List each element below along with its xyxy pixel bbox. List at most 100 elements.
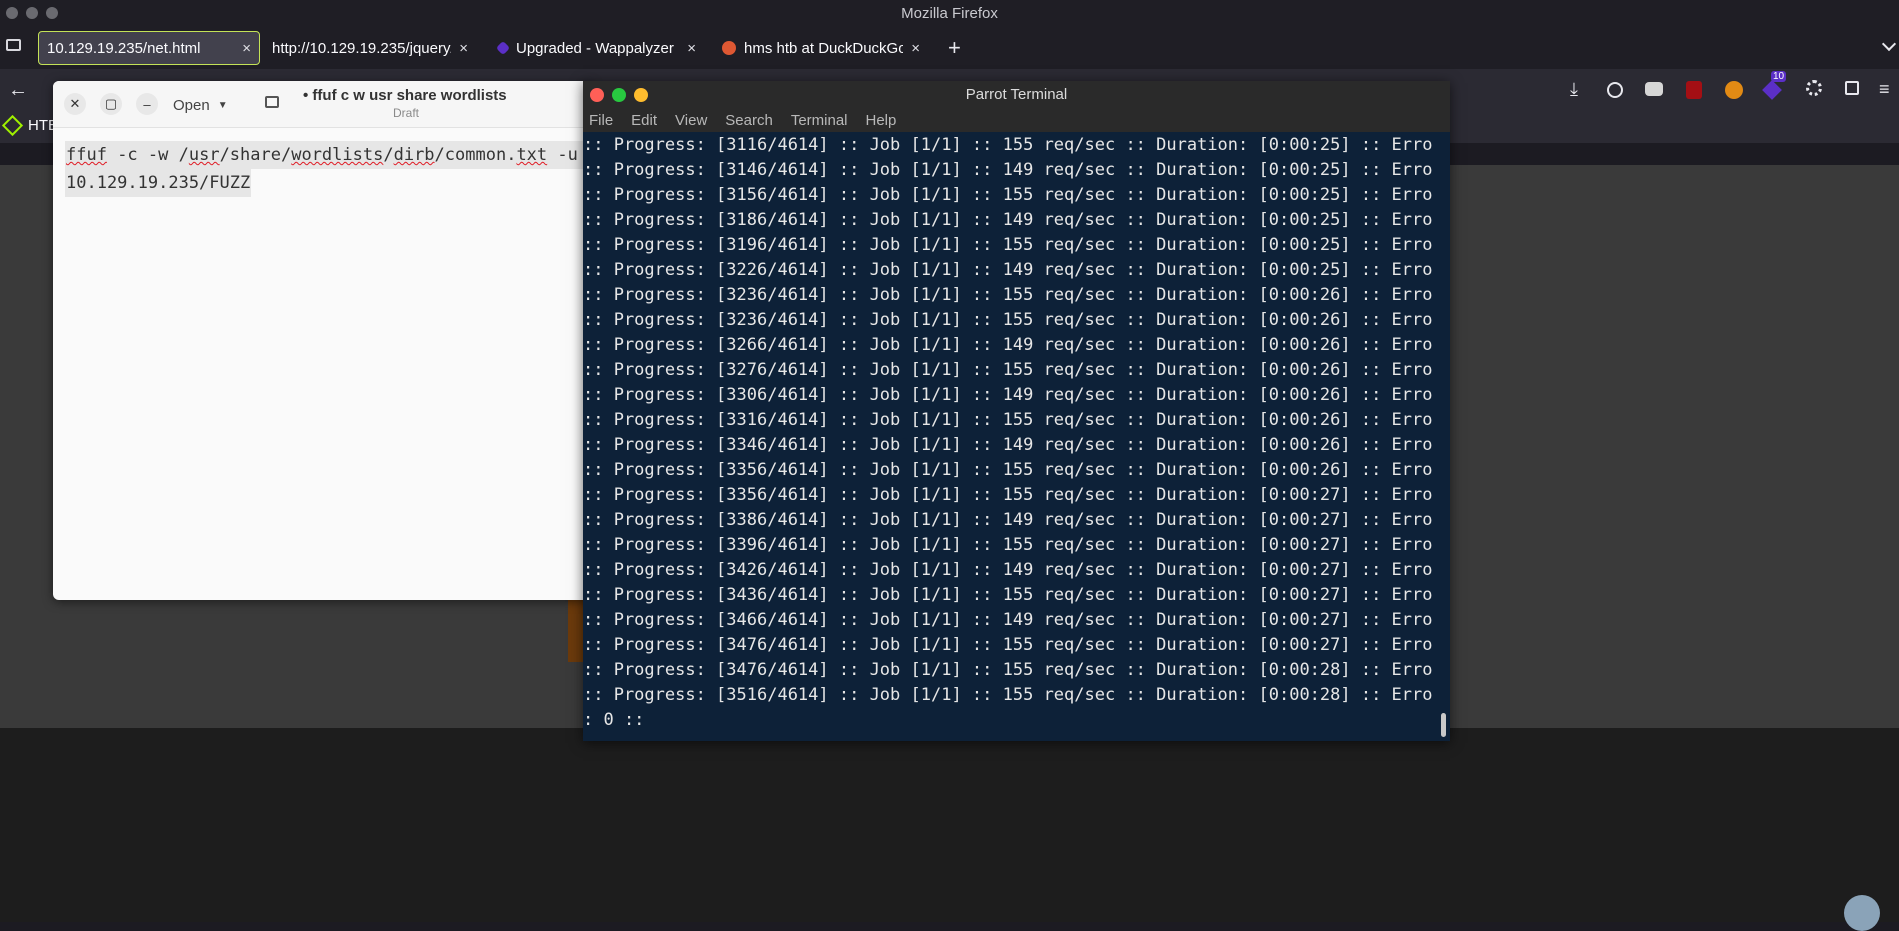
- download-icon[interactable]: ⤓: [1570, 79, 1578, 100]
- terminal-line: :: Progress: [3266/4614] :: Job [1/1] ::…: [583, 335, 1433, 355]
- terminal-output[interactable]: :: Progress: [3116/4614] :: Job [1/1] ::…: [583, 133, 1433, 733]
- text-editor-window: ✕ ▢ – Open ▼ • ffuf c w usr share wordli…: [53, 81, 593, 600]
- menu-terminal[interactable]: Terminal: [791, 112, 848, 129]
- text-segment: usr: [188, 145, 220, 165]
- tab-overview-icon[interactable]: [6, 39, 21, 51]
- terminal-line: :: Progress: [3476/4614] :: Job [1/1] ::…: [583, 635, 1433, 655]
- firefox-titlebar: Mozilla Firefox: [0, 0, 1899, 27]
- document-subtitle: Draft: [393, 106, 420, 120]
- terminal-line: :: Progress: [3476/4614] :: Job [1/1] ::…: [583, 660, 1433, 680]
- terminal-line: :: Progress: [3156/4614] :: Job [1/1] ::…: [583, 185, 1433, 205]
- tab-close-icon[interactable]: ×: [911, 40, 920, 57]
- terminal-maximize-icon[interactable]: [612, 88, 626, 102]
- terminal-line: :: Progress: [3146/4614] :: Job [1/1] ::…: [583, 160, 1433, 180]
- terminal-line: :: Progress: [3436/4614] :: Job [1/1] ::…: [583, 585, 1433, 605]
- terminal-line: :: Progress: [3386/4614] :: Job [1/1] ::…: [583, 510, 1433, 530]
- window-close-control[interactable]: [6, 7, 18, 19]
- back-arrow-icon[interactable]: ←: [8, 79, 28, 102]
- menu-view[interactable]: View: [675, 112, 707, 129]
- tab-jquery[interactable]: http://10.129.19.235/jquery/fi ×: [264, 31, 476, 65]
- terminal-minimize-icon[interactable]: [634, 88, 648, 102]
- terminal-line: :: Progress: [3236/4614] :: Job [1/1] ::…: [583, 310, 1433, 330]
- text-segment: -c -w /: [106, 145, 189, 165]
- terminal-close-icon[interactable]: [590, 88, 604, 102]
- editor-line-1: ffuf -c -w /usr/share/wordlists/dirb/com…: [65, 141, 593, 169]
- terminal-line: :: Progress: [3316/4614] :: Job [1/1] ::…: [583, 410, 1433, 430]
- terminal-titlebar: Parrot Terminal: [583, 81, 1450, 108]
- wappalyzer-icon: [495, 40, 511, 56]
- page-footer-area: [0, 728, 1899, 922]
- terminal-line: :: Progress: [3466/4614] :: Job [1/1] ::…: [583, 610, 1433, 630]
- terminal-line: :: Progress: [3276/4614] :: Job [1/1] ::…: [583, 360, 1433, 380]
- htb-cube-icon: [1, 114, 24, 137]
- editor-text-area[interactable]: ffuf -c -w /usr/share/wordlists/dirb/com…: [65, 141, 593, 197]
- menu-edit[interactable]: Edit: [631, 112, 657, 129]
- menu-help[interactable]: Help: [866, 112, 897, 129]
- account-icon[interactable]: [1607, 82, 1623, 98]
- wappalyzer-toolbar-icon[interactable]: [1762, 80, 1782, 100]
- terminal-line: :: Progress: [3516/4614] :: Job [1/1] ::…: [583, 685, 1433, 705]
- window-minimize-control[interactable]: [26, 7, 38, 19]
- terminal-window: Parrot Terminal File Edit View Search Te…: [583, 81, 1450, 741]
- menu-file[interactable]: File: [589, 112, 613, 129]
- tab-label: 10.129.19.235/net.html: [47, 39, 201, 57]
- editor-close-icon[interactable]: ✕: [64, 93, 86, 115]
- tab-label: Upgraded - Wappalyzer: [516, 39, 674, 57]
- terminal-line: :: Progress: [3356/4614] :: Job [1/1] ::…: [583, 485, 1433, 505]
- text-segment: /share/: [219, 145, 292, 165]
- menu-search[interactable]: Search: [725, 112, 773, 129]
- terminal-line: :: Progress: [3396/4614] :: Job [1/1] ::…: [583, 535, 1433, 555]
- window-maximize-control[interactable]: [46, 7, 58, 19]
- editor-minimize-icon[interactable]: –: [136, 93, 158, 115]
- terminal-line: :: Progress: [3186/4614] :: Job [1/1] ::…: [583, 210, 1433, 230]
- tab-label: hms htb at DuckDuckGo: [744, 39, 904, 57]
- hamburger-menu-icon[interactable]: ≡: [1879, 79, 1890, 100]
- tab-net-html[interactable]: 10.129.19.235/net.html ×: [38, 31, 260, 65]
- terminal-line: : 0 ::: [583, 710, 645, 730]
- text-segment: /common.: [434, 145, 517, 165]
- text-segment: /: [383, 145, 394, 165]
- document-title: • ffuf c w usr share wordlists: [303, 87, 507, 104]
- terminal-line: :: Progress: [3226/4614] :: Job [1/1] ::…: [583, 260, 1433, 280]
- extension-badge: 10: [1771, 71, 1787, 82]
- duckduckgo-icon: [722, 41, 736, 55]
- chevron-down-icon: ▼: [217, 99, 228, 111]
- terminal-line: :: Progress: [3196/4614] :: Job [1/1] ::…: [583, 235, 1433, 255]
- terminal-line: :: Progress: [3236/4614] :: Job [1/1] ::…: [583, 285, 1433, 305]
- text-segment: txt: [516, 145, 548, 165]
- assistant-avatar-icon[interactable]: [1844, 895, 1880, 931]
- tab-label: http://10.129.19.235/jquery/fi: [272, 39, 452, 57]
- open-button[interactable]: Open ▼: [173, 93, 228, 117]
- extensions-puzzle-icon[interactable]: [1845, 81, 1859, 95]
- tab-list-chevron-icon[interactable]: [1881, 36, 1897, 52]
- new-document-icon[interactable]: [265, 96, 279, 108]
- tab-close-icon[interactable]: ×: [242, 40, 251, 57]
- new-tab-button[interactable]: +: [948, 35, 961, 61]
- settings-gear-icon[interactable]: [1806, 80, 1822, 96]
- tab-close-icon[interactable]: ×: [459, 40, 468, 57]
- text-segment: dirb: [393, 145, 435, 165]
- tab-duckduckgo[interactable]: hms htb at DuckDuckGo ×: [714, 31, 928, 65]
- htb-bookmark[interactable]: HTB: [1, 114, 58, 137]
- extension-icon-a[interactable]: [1645, 82, 1663, 96]
- tab-wappalyzer[interactable]: Upgraded - Wappalyzer ×: [490, 31, 704, 65]
- terminal-line: :: Progress: [3306/4614] :: Job [1/1] ::…: [583, 385, 1433, 405]
- extension-icon-b[interactable]: [1725, 81, 1743, 99]
- text-segment: wordlists: [291, 145, 384, 165]
- ublock-icon[interactable]: [1686, 81, 1702, 99]
- editor-line-2: 10.129.19.235/FUZZ: [65, 169, 252, 197]
- window-title: Mozilla Firefox: [901, 5, 998, 22]
- terminal-line: :: Progress: [3346/4614] :: Job [1/1] ::…: [583, 435, 1433, 455]
- tab-bar: 10.129.19.235/net.html × http://10.129.1…: [0, 27, 1899, 69]
- text-segment: ffuf: [66, 145, 107, 165]
- editor-maximize-icon[interactable]: ▢: [100, 93, 122, 115]
- terminal-line: :: Progress: [3426/4614] :: Job [1/1] ::…: [583, 560, 1433, 580]
- terminal-line: :: Progress: [3116/4614] :: Job [1/1] ::…: [583, 135, 1433, 155]
- open-button-label: Open: [173, 96, 210, 114]
- tab-close-icon[interactable]: ×: [687, 40, 696, 57]
- terminal-menubar: File Edit View Search Terminal Help: [583, 108, 1450, 132]
- editor-headerbar: ✕ ▢ – Open ▼ • ffuf c w usr share wordli…: [53, 81, 593, 128]
- terminal-line: :: Progress: [3356/4614] :: Job [1/1] ::…: [583, 460, 1433, 480]
- terminal-scrollbar[interactable]: [1441, 713, 1446, 737]
- terminal-title: Parrot Terminal: [965, 86, 1068, 103]
